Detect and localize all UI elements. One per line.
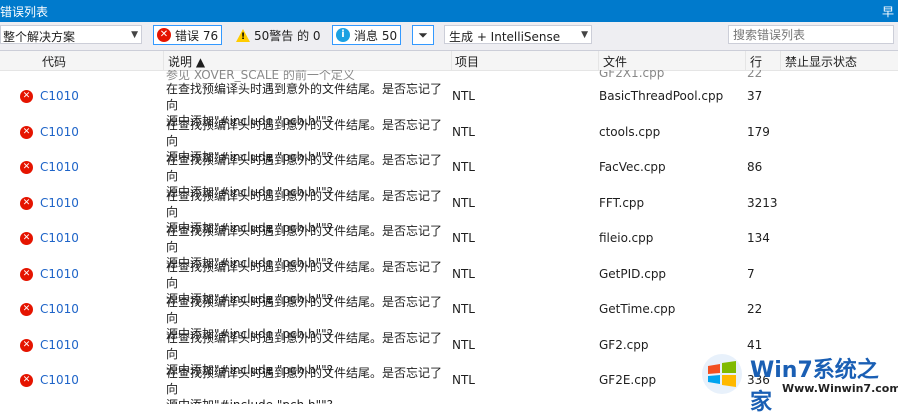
search-input[interactable] [728, 25, 894, 44]
col-line[interactable]: 行 [750, 53, 762, 70]
error-icon: ✕ [20, 232, 33, 245]
file-cell: GF2.cpp [599, 337, 649, 352]
error-icon: ✕ [20, 196, 33, 210]
error-icon: ✕ [20, 267, 33, 281]
error-code-link[interactable]: C1010 [40, 125, 79, 139]
project-cell: NTL [452, 231, 475, 245]
col-code[interactable]: 代码 [42, 53, 66, 70]
error-description: 在查找预编译头时遇到意外的文件结尾。是否忘记了向源中添加"#include "p… [166, 365, 451, 404]
messages-label: 消息 50 [354, 28, 398, 43]
file-cell: FFT.cpp [599, 195, 645, 210]
line-cell: 37 [747, 89, 763, 103]
watermark: Win7系统之家 Www.Winwin7.com [700, 346, 898, 415]
watermark-url: Www.Winwin7.com [782, 382, 898, 395]
table-row[interactable]: ✕C1010 在查找预编译头时遇到意外的文件结尾。是否忘记了向源中添加"#inc… [0, 150, 898, 199]
line-cell: 22 [747, 302, 763, 316]
project-cell: NTL [452, 266, 475, 281]
file-cell: GetTime.cpp [599, 302, 676, 316]
table-row[interactable]: ✕C1010 在查找预编译头时遇到意外的文件结尾。是否忘记了向源中添加"#inc… [0, 79, 898, 128]
description-line-1: 在查找预编译头时遇到意外的文件结尾。是否忘记了向 [166, 224, 443, 254]
warning-icon [236, 28, 250, 44]
file-cell: FacVec.cpp [599, 160, 666, 174]
error-icon: ✕ [20, 338, 33, 352]
line-cell: 3213 [747, 195, 778, 210]
project-cell: NTL [452, 373, 475, 387]
warnings-label: 50警告 的 0 [254, 28, 321, 43]
project-cell: NTL [452, 89, 475, 103]
info-icon: i [336, 28, 350, 42]
description-line-1: 在查找预编译头时遇到意外的文件结尾。是否忘记了向 [166, 330, 443, 361]
project-cell: NTL [452, 302, 475, 316]
project-cell: NTL [452, 160, 475, 174]
build-dropdown[interactable]: 生成 + IntelliSense ▼ [444, 25, 592, 44]
error-code-link[interactable]: C1010 [40, 302, 79, 316]
window-title: 错误列表 [0, 5, 49, 19]
col-project[interactable]: 项目 [455, 53, 479, 70]
table-row[interactable]: ✕C1010 在查找预编译头时遇到意外的文件结尾。是否忘记了向源中添加"#inc… [0, 186, 898, 235]
table-row[interactable]: ✕C1010 在查找预编译头时遇到意外的文件结尾。是否忘记了向源中添加"#inc… [0, 221, 898, 270]
chevron-down-icon: ▼ [131, 30, 138, 40]
line-cell: 179 [747, 124, 770, 139]
table-row[interactable]: ✕C1010 在查找预编译头时遇到意外的文件结尾。是否忘记了向源中添加"#inc… [0, 257, 898, 306]
error-code-link[interactable]: C1010 [40, 373, 79, 387]
error-code-link[interactable]: C1010 [40, 89, 79, 103]
chevron-down-icon: ▼ [581, 30, 588, 40]
error-code-link[interactable]: C1010 [40, 267, 79, 281]
windows-logo-icon [702, 354, 742, 394]
file-cell: GetPID.cpp [599, 266, 667, 281]
toolbar: 整个解决方案 ▼ ✕ 错误 76 50警告 的 0 i 消息 50 ⏷ 生成 +… [0, 22, 898, 51]
table-row[interactable]: ✕C1010 在查找预编译头时遇到意外的文件结尾。是否忘记了向源中添加"#inc… [0, 115, 898, 164]
error-list-titlebar: 错误列表 早 [0, 0, 898, 22]
build-value: 生成 + IntelliSense [449, 30, 561, 44]
scope-value: 整个解决方案 [3, 30, 76, 44]
file-cell: GF2E.cpp [599, 373, 657, 387]
description-line-1: 在查找预编译头时遇到意外的文件结尾。是否忘记了向 [166, 153, 443, 183]
error-icon: ✕ [20, 90, 33, 103]
filter-funnel-icon[interactable]: ⏷ [412, 25, 434, 45]
line-cell: 7 [747, 266, 755, 281]
col-description[interactable]: 说明 ▲ [168, 53, 205, 70]
error-code-link[interactable]: C1010 [40, 196, 79, 210]
col-suppression[interactable]: 禁止显示状态 [785, 53, 857, 70]
line-cell: 134 [747, 231, 770, 245]
description-line-1: 在查找预编译头时遇到意外的文件结尾。是否忘记了向 [166, 295, 443, 325]
description-line-1: 在查找预编译头时遇到意外的文件结尾。是否忘记了向 [166, 366, 443, 396]
file-cell: BasicThreadPool.cpp [599, 89, 724, 103]
errors-label: 错误 76 [175, 28, 219, 43]
table-row[interactable]: ✕C1010 在查找预编译头时遇到意外的文件结尾。是否忘记了向源中添加"#inc… [0, 292, 898, 341]
line-cell: 86 [747, 160, 763, 174]
error-code-link[interactable]: C1010 [40, 338, 79, 352]
error-icon: ✕ [157, 28, 171, 42]
warnings-filter-button[interactable]: 50警告 的 0 [232, 25, 325, 45]
error-icon: ✕ [20, 161, 33, 174]
pin-icon[interactable]: 早 [882, 3, 894, 20]
file-cell: ctools.cpp [599, 124, 661, 139]
messages-filter-button[interactable]: i 消息 50 [332, 25, 402, 45]
error-icon: ✕ [20, 374, 33, 387]
project-cell: NTL [452, 124, 475, 139]
description-line-1: 在查找预编译头时遇到意外的文件结尾。是否忘记了向 [166, 188, 443, 219]
description-line-2: 源中添加"#include "pch.h""? [166, 397, 451, 404]
description-line-1: 在查找预编译头时遇到意外的文件结尾。是否忘记了向 [166, 117, 443, 148]
scope-dropdown[interactable]: 整个解决方案 ▼ [0, 25, 142, 44]
description-line-1: 在查找预编译头时遇到意外的文件结尾。是否忘记了向 [166, 82, 443, 112]
column-header: 代码 说明 ▲ 项目 文件 行 禁止显示状态 [0, 51, 898, 71]
col-file[interactable]: 文件 [603, 53, 627, 70]
description-line-1: 在查找预编译头时遇到意外的文件结尾。是否忘记了向 [166, 259, 443, 290]
project-cell: NTL [452, 195, 475, 210]
error-icon: ✕ [20, 125, 33, 139]
errors-filter-button[interactable]: ✕ 错误 76 [153, 25, 223, 45]
error-code-link[interactable]: C1010 [40, 231, 79, 245]
error-icon: ✕ [20, 303, 33, 316]
file-cell: fileio.cpp [599, 231, 654, 245]
project-cell: NTL [452, 337, 475, 352]
error-code-link[interactable]: C1010 [40, 160, 79, 174]
